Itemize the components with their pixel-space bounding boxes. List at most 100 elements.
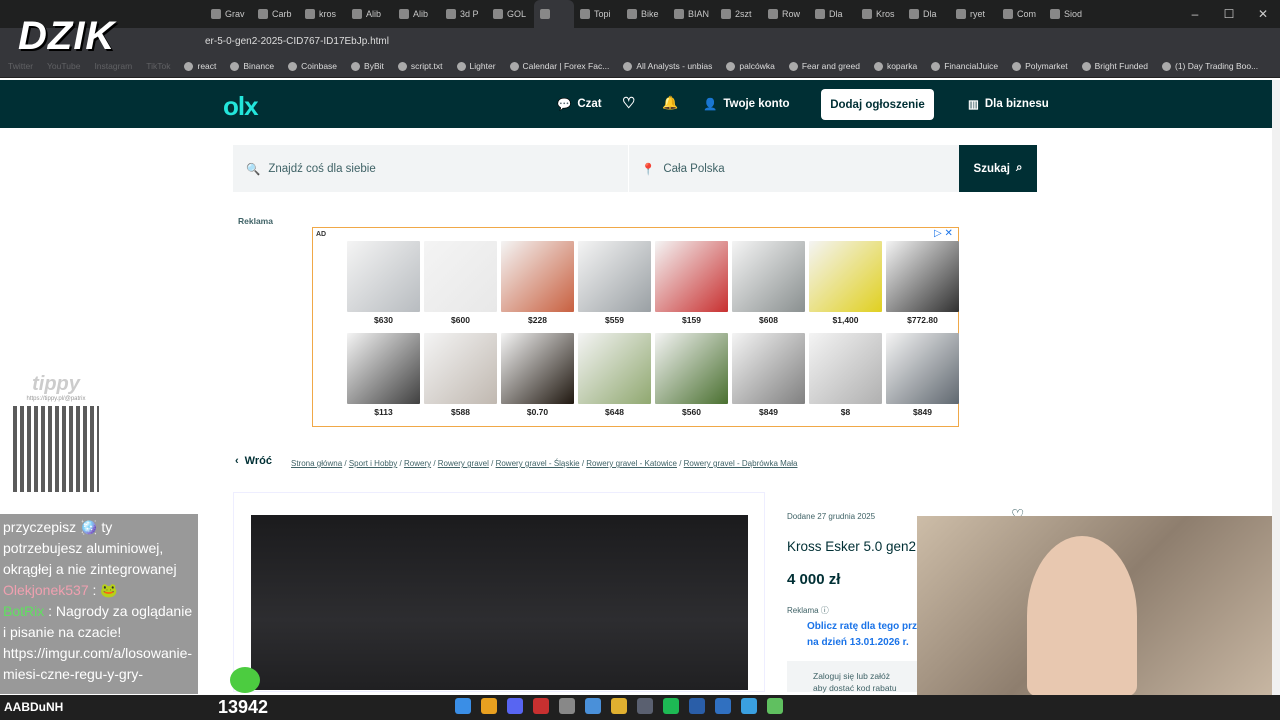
browser-tab[interactable]: Siod — [1044, 0, 1091, 28]
bookmark-item[interactable]: Coinbase — [288, 61, 337, 71]
ad-product[interactable]: $648 — [578, 333, 651, 417]
breadcrumb-link[interactable]: Rowery gravel — [438, 459, 489, 468]
listing-photo[interactable] — [251, 515, 748, 690]
taskbar-app-icon[interactable] — [559, 698, 575, 714]
bookmark-item[interactable]: (1) Day Trading Boo... — [1162, 61, 1258, 71]
search-input[interactable]: 🔍 Znajdź coś dla siebie — [233, 145, 628, 192]
bookmark-item[interactable]: TikTok — [146, 61, 170, 71]
login-prompt[interactable]: Zaloguj się lub załóż aby dostać kod raba… — [813, 670, 897, 694]
bookmark-item[interactable]: palcówka — [726, 61, 775, 71]
ad-product[interactable]: $0.70 — [501, 333, 574, 417]
ad-product[interactable]: $630 — [347, 241, 420, 325]
bookmark-item[interactable]: react — [184, 61, 216, 71]
stream-brand-logo: DZIK — [18, 14, 116, 58]
bookmark-item[interactable]: YouTube — [47, 61, 80, 71]
bookmark-item[interactable]: script.txt — [397, 61, 443, 71]
bookmark-item[interactable]: FinancialJuice — [931, 61, 998, 71]
ad-close-icon[interactable]: ▷ ✕ — [934, 228, 953, 239]
streamer-face — [1027, 536, 1137, 696]
ad-product[interactable]: $608 — [732, 241, 805, 325]
ad-product[interactable]: $559 — [578, 241, 651, 325]
bookmark-item[interactable]: All Analysts - unbias — [623, 61, 712, 71]
breadcrumb-link[interactable]: Sport i Hobby — [349, 459, 397, 468]
taskbar-app-icon[interactable] — [507, 698, 523, 714]
taskbar-app-icon[interactable] — [585, 698, 601, 714]
bookmark-item[interactable]: Calendar | Forex Fac... — [509, 61, 609, 71]
ad-product[interactable]: $228 — [501, 241, 574, 325]
bookmark-item[interactable]: ByBit — [351, 61, 384, 71]
taskbar-app-icon[interactable] — [611, 698, 627, 714]
breadcrumb-link[interactable]: Rowery — [404, 459, 431, 468]
ad-product[interactable]: $600 — [424, 241, 497, 325]
bookmark-item[interactable]: Bright Funded — [1081, 61, 1148, 71]
taskbar-app-icon[interactable] — [741, 698, 757, 714]
installment-link[interactable]: Oblicz ratę dla tego prze na dzień 13.01.… — [807, 619, 923, 651]
breadcrumb-link[interactable]: Rowery gravel - Dąbrówka Mała — [684, 459, 798, 468]
browser-tab[interactable]: Com — [997, 0, 1044, 28]
browser-tab[interactable]: Topi — [574, 0, 621, 28]
taskbar-app-icon[interactable] — [715, 698, 731, 714]
back-link[interactable]: ‹ Wróć — [235, 455, 272, 467]
taskbar-app-icon[interactable] — [767, 698, 783, 714]
breadcrumb-separator: / — [342, 459, 349, 468]
bookmark-item[interactable]: Fear and greed — [788, 61, 860, 71]
browser-tab[interactable]: Grav — [205, 0, 252, 28]
post-ad-button[interactable]: Dodaj ogłoszenie — [821, 89, 934, 120]
breadcrumb-link[interactable]: Rowery gravel - Śląskie — [496, 459, 580, 468]
taskbar-app-icon[interactable] — [481, 698, 497, 714]
ad-product[interactable]: $849 — [886, 333, 959, 417]
ad-product[interactable]: $1,400 — [809, 241, 882, 325]
bookmark-item[interactable]: Instagram — [94, 61, 132, 71]
page-scrollbar[interactable] — [1272, 80, 1280, 695]
minimize-icon[interactable]: – — [1178, 0, 1212, 28]
bookmark-item[interactable]: koparka — [873, 61, 917, 71]
ad-product[interactable]: $560 — [655, 333, 728, 417]
browser-tab[interactable]: Dla — [903, 0, 950, 28]
browser-tab[interactable]: GOL — [487, 0, 534, 28]
browser-tab[interactable]: BIAN — [668, 0, 715, 28]
bookmark-item[interactable]: Polymarket — [1012, 61, 1068, 71]
account-link[interactable]: 👤 Twoje konto — [703, 97, 790, 111]
breadcrumb-link[interactable]: Strona główna — [291, 459, 342, 468]
notifications-bell-icon[interactable]: 🔔 — [662, 95, 678, 111]
ad-product[interactable]: $588 — [424, 333, 497, 417]
ad-product[interactable]: $159 — [655, 241, 728, 325]
ad-product[interactable]: $113 — [347, 333, 420, 417]
ad-product[interactable]: $772.80 — [886, 241, 959, 325]
browser-tab[interactable]: Alib — [346, 0, 393, 28]
location-input[interactable]: 📍 Cała Polska — [629, 145, 959, 192]
browser-tab[interactable]: Carb — [252, 0, 299, 28]
browser-tab[interactable]: kros — [299, 0, 346, 28]
browser-tab[interactable]: Bike — [621, 0, 668, 28]
browser-tab[interactable]: Dla — [809, 0, 856, 28]
taskbar-app-icon[interactable] — [689, 698, 705, 714]
bookmark-item[interactable]: Lighter — [456, 61, 496, 71]
favorites-icon[interactable]: ♡ — [622, 94, 635, 112]
browser-tab[interactable]: Alib — [393, 0, 440, 28]
url-text[interactable]: er-5-0-gen2-2025-CID767-ID17EbJp.html — [205, 36, 389, 47]
browser-tab[interactable]: 2szt — [715, 0, 762, 28]
browser-tab[interactable] — [534, 0, 574, 28]
address-bar[interactable] — [0, 28, 1280, 55]
browser-tab[interactable]: ryet — [950, 0, 997, 28]
business-link[interactable]: ▥ Dla biznesu — [968, 97, 1049, 111]
close-icon[interactable]: ✕ — [1246, 0, 1280, 28]
search-button[interactable]: Szukaj ⌕ — [959, 145, 1037, 192]
chat-link[interactable]: 💬 Czat — [557, 97, 602, 111]
taskbar-app-icon[interactable] — [455, 698, 471, 714]
maximize-icon[interactable]: ☐ — [1212, 0, 1246, 28]
bookmark-item[interactable]: Twitter — [8, 61, 33, 71]
breadcrumb-link[interactable]: Rowery gravel - Katowice — [586, 459, 677, 468]
browser-tab[interactable]: 3d P — [440, 0, 487, 28]
ad-product[interactable]: $849 — [732, 333, 805, 417]
taskbar-app-icon[interactable] — [533, 698, 549, 714]
taskbar-app-icon[interactable] — [637, 698, 653, 714]
olx-logo[interactable]: olx — [223, 91, 259, 122]
listing-title: Kross Esker 5.0 gen2 20 — [787, 539, 935, 554]
ad-product[interactable]: $8 — [809, 333, 882, 417]
bookmark-item[interactable]: Binance — [230, 61, 274, 71]
browser-tab[interactable]: Kros — [856, 0, 903, 28]
taskbar-app-icon[interactable] — [663, 698, 679, 714]
product-price: $559 — [605, 315, 624, 325]
browser-tab[interactable]: Row — [762, 0, 809, 28]
